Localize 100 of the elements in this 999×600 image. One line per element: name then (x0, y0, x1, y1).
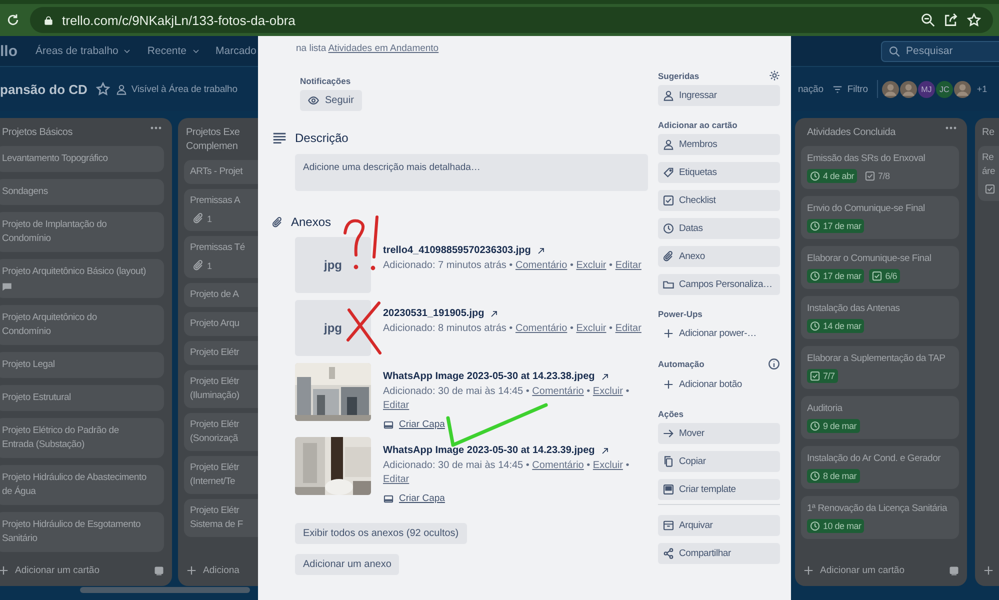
card[interactable]: Projeto de A (184, 283, 258, 307)
due-date-badge: 9 de mar (807, 419, 860, 433)
card[interactable]: Projeto Elétr (Sonorizaçã (184, 413, 258, 451)
card[interactable]: Projeto Arquitetônico do Condomínio (0, 305, 164, 345)
card-title: 1ª Renovação da Licença Sanitária (807, 502, 948, 516)
card[interactable]: Emissão das SRs do Enxoval 4 de abr 7/8 (801, 146, 959, 189)
action-link[interactable]: Editar (383, 474, 410, 485)
sidebar-button[interactable]: Copiar (658, 451, 780, 472)
search-field[interactable]: Pesquisar (881, 40, 999, 62)
sidebar-button[interactable]: Criar template (658, 479, 780, 500)
info-button[interactable] (768, 358, 780, 370)
add-card-button[interactable]: Adicionar um cartão (0, 565, 100, 576)
action-link[interactable]: Editar (615, 323, 642, 334)
file-thumbnail[interactable]: jpg (295, 300, 371, 356)
add-attachment-button[interactable]: Adicionar um anexo (295, 554, 400, 575)
card[interactable]: Levantamento Topográfico (0, 146, 164, 172)
card[interactable]: Elaborar o Comunique-se Final 17 de mar 6/6 (801, 246, 959, 289)
list-title: Atividades Concluida (807, 126, 896, 140)
card-title: Envio do Comunique-se Final (807, 202, 926, 216)
sidebar-button[interactable]: Etiquetas (658, 162, 780, 183)
sidebar-button[interactable]: Mover (658, 423, 780, 444)
attachment-name[interactable]: WhatsApp Image 2023-05-30 at 14.23.38.jpeg (383, 371, 595, 382)
action-link[interactable]: Comentário (515, 323, 568, 334)
external-link-icon (600, 372, 609, 380)
avatar[interactable]: MJ (918, 80, 935, 98)
sidebar-button[interactable]: Datas (658, 218, 780, 239)
avatar[interactable] (954, 80, 971, 98)
logo[interactable]: llo (0, 42, 18, 60)
person-icon (116, 84, 128, 94)
view-button[interactable]: nação (795, 84, 826, 94)
card[interactable]: ARTs - Projet (184, 160, 258, 184)
card[interactable]: Projeto Hidráulico de Abastecimento de Água (0, 465, 164, 505)
settings-button[interactable] (769, 70, 780, 81)
sidebar-button[interactable]: Compartilhar (658, 543, 780, 564)
add-card-button[interactable]: Adiciona (186, 565, 240, 576)
card[interactable]: Re áre (978, 146, 999, 201)
follow-button[interactable]: Seguir (300, 90, 362, 111)
card[interactable]: Projeto Hidráulico de Esgotamento Sanitário (0, 512, 164, 552)
card[interactable]: Projeto Legal (0, 352, 164, 378)
avatar[interactable] (882, 80, 899, 98)
attachment-name[interactable]: trello4_41098859570236303.jpg (383, 245, 531, 256)
eye-icon (308, 95, 319, 106)
card[interactable]: Instalação das Antenas 14 de mar (801, 296, 959, 339)
card[interactable]: Projeto de Implantação do Condomínio (0, 212, 164, 252)
member-count[interactable]: +1 (976, 84, 988, 94)
attachment-name[interactable]: WhatsApp Image 2023-05-30 at 14.23.39.jpeg (383, 445, 595, 456)
sidebar-button[interactable]: Adicionar botão (658, 374, 780, 395)
action-link[interactable]: Excluir (592, 460, 623, 471)
action-link[interactable]: Editar (383, 400, 410, 411)
card[interactable]: Premissas Té 1 (184, 236, 258, 278)
card[interactable]: Auditoria 9 de mar (801, 396, 959, 439)
card[interactable]: Instalação do Ar Cond. e Gerador 8 de mar (801, 446, 959, 489)
attachment-name[interactable]: 20230531_191905.jpg (383, 308, 484, 319)
sidebar-button[interactable]: Ingressar (658, 85, 780, 106)
action-link[interactable]: Excluir (576, 260, 606, 271)
card[interactable]: Projeto Elétr (Internet/Te (184, 456, 258, 494)
add-card-icon-button[interactable] (983, 565, 994, 576)
list-reference: na lista Atividades em Andamento (296, 43, 440, 54)
card[interactable]: Sondagens (0, 179, 164, 205)
card[interactable]: Projeto Elétr (Iluminação) (184, 370, 258, 408)
action-link[interactable]: Comentário (532, 460, 584, 471)
card[interactable]: Elaborar a Suplementação da TAP 7/7 (801, 346, 959, 389)
avatar[interactable] (900, 80, 917, 98)
action-link[interactable]: Editar (615, 260, 642, 271)
card[interactable]: 1ª Renovação da Licença Sanitária 10 de mar (801, 496, 959, 539)
action-link[interactable]: Excluir (592, 386, 623, 397)
sidebar-button[interactable]: Adicionar power-… (658, 323, 780, 344)
card[interactable]: Premissas A 1 (184, 189, 258, 231)
sidebar-button[interactable]: Campos Personaliza… (658, 274, 780, 295)
nav-menu[interactable]: Recente (147, 45, 200, 57)
show-all-button[interactable]: Exibir todos os anexos (92 ocultos) (295, 523, 467, 544)
card[interactable]: Projeto Elétr (184, 341, 258, 365)
file-thumbnail[interactable]: jpg (295, 237, 371, 293)
card[interactable]: Projeto Elétrico do Padrão de Entrada (Substação) (0, 418, 164, 458)
visibility-button[interactable]: Visível à Área de trabalho (113, 84, 240, 94)
add-card-button[interactable]: Adicionar um cartão (803, 565, 904, 576)
nav-menu[interactable]: Áreas de trabalho (36, 45, 132, 57)
card[interactable]: Projeto Arquitetônico Básico (layout) (0, 259, 164, 298)
make-cover-link[interactable]: Criar Capa (383, 493, 445, 504)
sidebar-button[interactable]: Arquivar (658, 515, 780, 536)
sidebar-button[interactable]: Anexo (658, 246, 780, 267)
list-link[interactable]: Atividades em Andamento (328, 43, 439, 54)
card[interactable]: Projeto Elétr Sistema de F (184, 499, 258, 537)
card[interactable]: Projeto Estrutural (0, 385, 164, 411)
action-link[interactable]: Excluir (576, 323, 606, 334)
description-field[interactable]: Adicione uma descrição mais detalhada… (295, 154, 648, 191)
avatar[interactable]: JC (936, 80, 953, 98)
filter-button[interactable]: Filtro (829, 84, 871, 94)
action-link[interactable]: Comentário (532, 386, 584, 397)
sidebar-button[interactable]: Membros (658, 134, 780, 155)
action-link[interactable]: Comentário (515, 260, 568, 271)
attachment-count: 1 (190, 258, 215, 273)
nav-menu[interactable]: Marcado (216, 45, 256, 57)
address-bar[interactable]: trello.com/c/9NKakjLn/133-fotos-da-obra (30, 7, 993, 33)
card[interactable]: Projeto Arqu (184, 312, 258, 336)
card-title: Auditoria (807, 402, 844, 416)
sidebar-button[interactable]: Checklist (658, 190, 780, 211)
make-cover-link[interactable]: Criar Capa (383, 419, 445, 430)
scrollbar[interactable] (80, 587, 250, 593)
card[interactable]: Envio do Comunique-se Final 17 de mar (801, 196, 959, 239)
